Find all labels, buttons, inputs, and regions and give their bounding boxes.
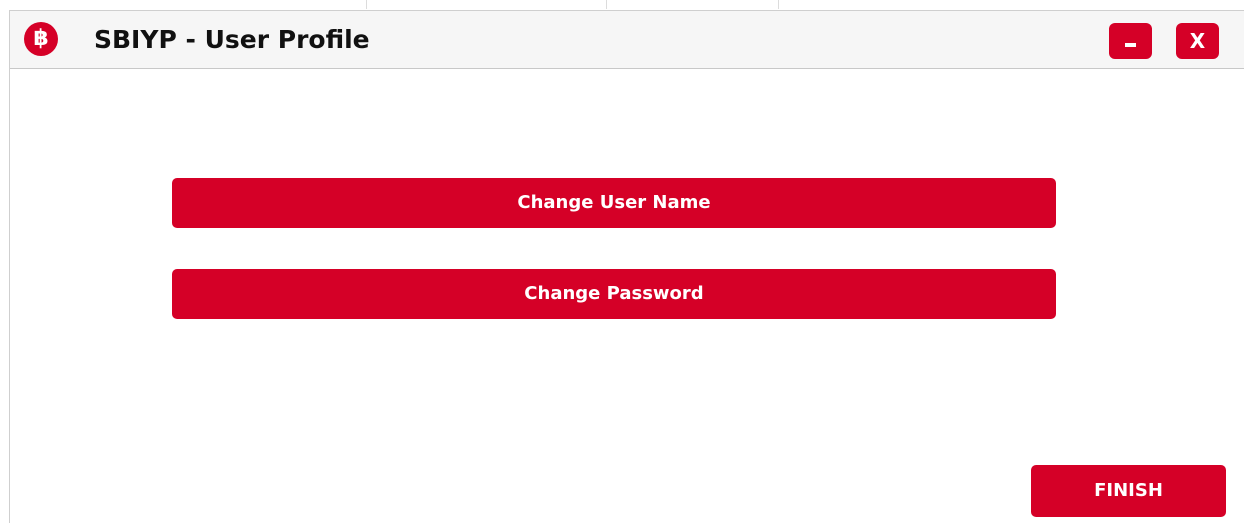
change-password-button[interactable]: Change Password	[172, 269, 1056, 319]
window-title: SBIYP - User Profile	[94, 25, 370, 54]
background-divider	[778, 0, 779, 9]
background-divider	[366, 0, 367, 9]
title-bar[interactable]: ฿ SBIYP - User Profile X	[10, 11, 1244, 69]
close-button[interactable]: X	[1176, 23, 1219, 59]
finish-button[interactable]: FINISH	[1031, 465, 1226, 517]
user-profile-dialog: ฿ SBIYP - User Profile X Change User Nam…	[9, 10, 1244, 523]
minimize-icon	[1125, 43, 1136, 47]
minimize-button[interactable]	[1109, 23, 1152, 59]
background-app-strip	[0, 0, 1244, 10]
bitcoin-logo-icon: ฿	[24, 22, 58, 56]
background-divider	[606, 0, 607, 9]
change-user-name-button[interactable]: Change User Name	[172, 178, 1056, 228]
